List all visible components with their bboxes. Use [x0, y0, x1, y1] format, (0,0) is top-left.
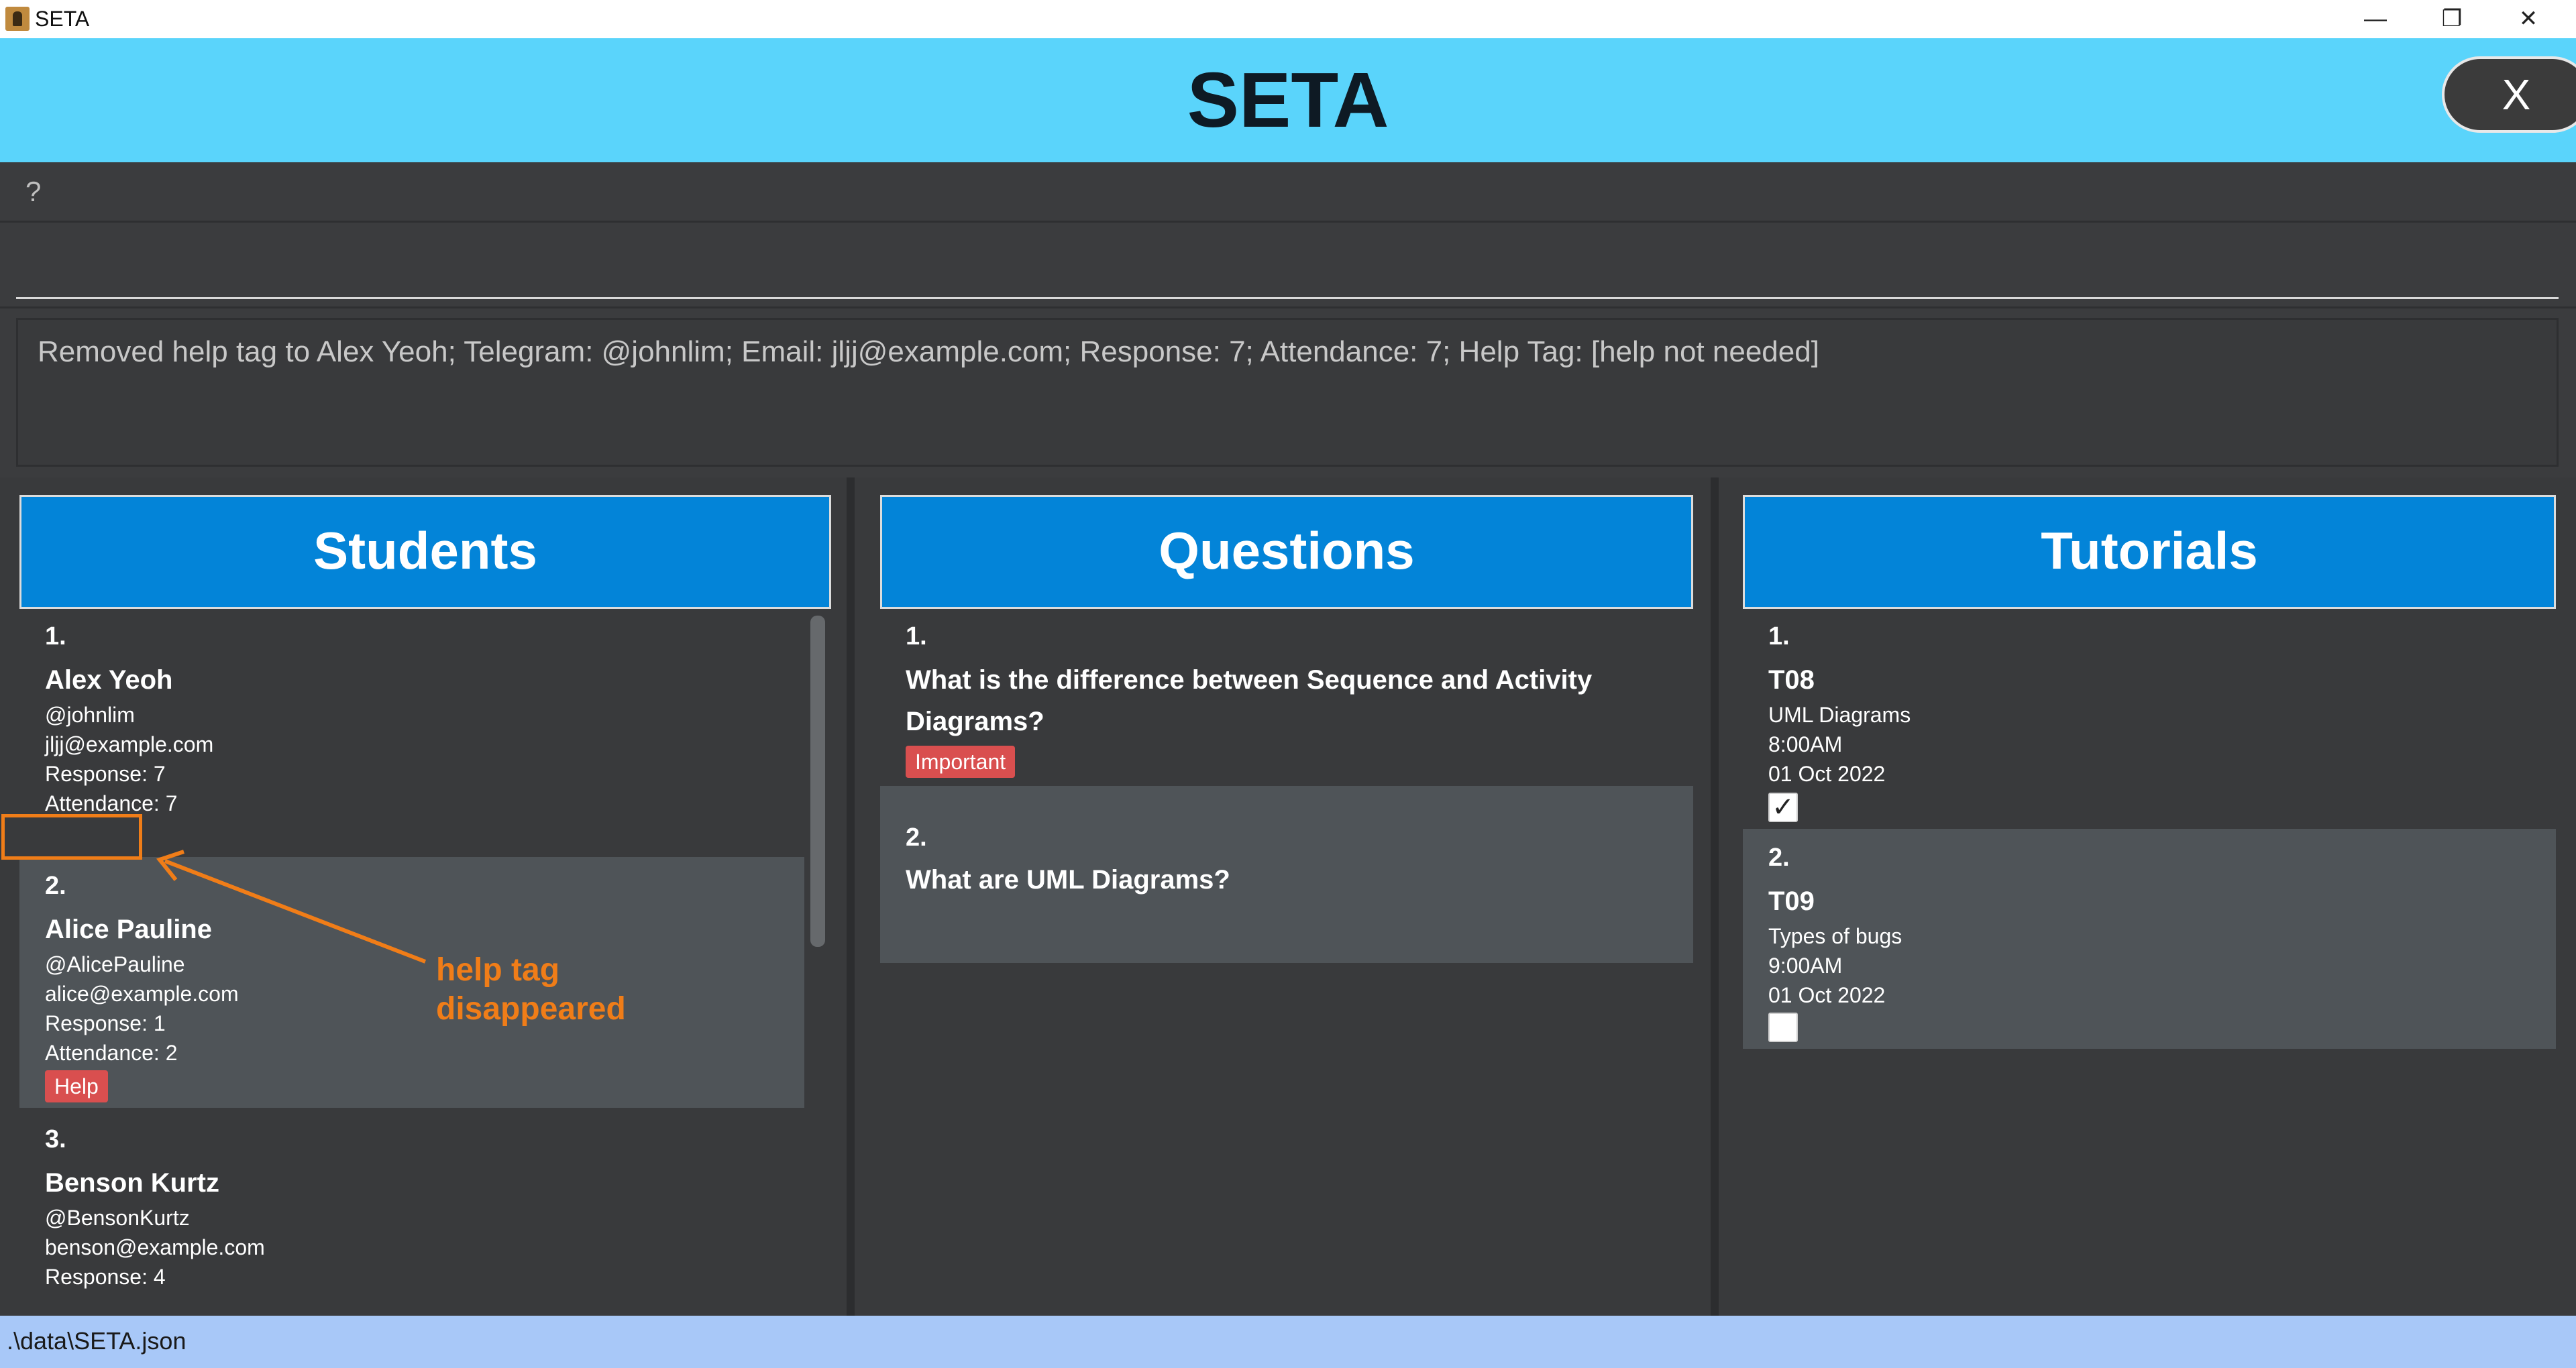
- tutorial-group: T08: [1768, 665, 1815, 695]
- student-index: 3.: [45, 1125, 66, 1153]
- student-email: benson@example.com: [45, 1235, 265, 1259]
- menu-bar: [0, 162, 2576, 223]
- tutorial-date: 01 Oct 2022: [1768, 983, 1886, 1007]
- window-title: SETA: [35, 7, 90, 31]
- app-title: SETA: [1187, 56, 1389, 144]
- panel-divider: [847, 477, 855, 1316]
- question-text-line1: What are UML Diagrams?: [906, 865, 1230, 895]
- annotation-highlight-box: [1, 814, 142, 860]
- window-titlebar: [0, 0, 2576, 38]
- students-header: Students: [19, 495, 831, 609]
- tutorial-time: 8:00AM: [1768, 732, 1843, 756]
- student-response: Response: 4: [45, 1265, 166, 1289]
- data-file-path: .\data\SETA.json: [7, 1327, 186, 1355]
- student-name: Benson Kurtz: [45, 1168, 219, 1198]
- tutorial-content: UML Diagrams: [1768, 703, 1911, 727]
- command-input[interactable]: [16, 229, 2559, 299]
- help-tag: Help: [45, 1070, 108, 1102]
- tutorial-done-checkbox[interactable]: [1768, 1013, 1798, 1042]
- tutorial-content: Types of bugs: [1768, 924, 1902, 948]
- student-card[interactable]: 3. Benson Kurtz @BensonKurtz benson@exam…: [19, 1108, 804, 1296]
- restore-icon[interactable]: ❐: [2414, 0, 2490, 38]
- annotation-line2: disappeared: [436, 991, 626, 1027]
- tutorial-card[interactable]: 1. T08 UML Diagrams 8:00AM 01 Oct 2022 ✓: [1743, 609, 2556, 829]
- student-index: 2.: [45, 872, 66, 900]
- tutorial-index: 1.: [1768, 622, 1790, 650]
- panel-divider: [1711, 477, 1719, 1316]
- student-telegram: @BensonKurtz: [45, 1206, 190, 1230]
- help-menu[interactable]: ?: [25, 172, 41, 212]
- students-scroll-thumb[interactable]: [810, 616, 825, 947]
- student-response: Response: 7: [45, 762, 166, 786]
- student-attendance: Attendance: 7: [45, 791, 178, 815]
- tutorial-index: 2.: [1768, 844, 1790, 872]
- tutorial-date: 01 Oct 2022: [1768, 762, 1886, 786]
- question-text-line2: Diagrams?: [906, 707, 1044, 736]
- status-bar: [0, 1316, 2576, 1368]
- tutorial-group: T09: [1768, 887, 1815, 916]
- question-index: 1.: [906, 622, 927, 650]
- app-icon: [5, 7, 30, 31]
- question-card[interactable]: 1. What is the difference between Sequen…: [880, 609, 1693, 786]
- annotation-line1: help tag: [436, 952, 560, 988]
- tutorial-card[interactable]: 2. T09 Types of bugs 9:00AM 01 Oct 2022: [1743, 829, 2556, 1049]
- window-close-icon[interactable]: ✕: [2490, 0, 2567, 38]
- question-card[interactable]: 2. What are UML Diagrams?: [880, 786, 1693, 963]
- important-tag: Important: [906, 746, 1016, 778]
- minimize-icon[interactable]: —: [2337, 0, 2414, 38]
- student-email: jljj@example.com: [45, 732, 214, 756]
- annotation-text: help tag disappeared: [436, 951, 704, 1029]
- student-response: Response: 1: [45, 1011, 166, 1035]
- student-telegram: @AlicePauline: [45, 952, 185, 976]
- result-text: Removed help tag to Alex Yeoh; Telegram:…: [38, 335, 1819, 368]
- exit-button[interactable]: X: [2442, 56, 2576, 133]
- student-name: Alice Pauline: [45, 915, 212, 944]
- questions-header: Questions: [880, 495, 1693, 609]
- question-text-line1: What is the difference between Sequence …: [906, 665, 1593, 695]
- tutorials-header: Tutorials: [1743, 495, 2556, 609]
- student-email: alice@example.com: [45, 982, 239, 1006]
- question-index: 2.: [906, 823, 927, 852]
- student-attendance: Attendance: 2: [45, 1041, 178, 1065]
- student-telegram: @johnlim: [45, 703, 135, 727]
- student-name: Alex Yeoh: [45, 665, 173, 695]
- tutorial-done-checkbox[interactable]: ✓: [1768, 793, 1798, 822]
- student-index: 1.: [45, 622, 66, 650]
- tutorial-time: 9:00AM: [1768, 954, 1843, 978]
